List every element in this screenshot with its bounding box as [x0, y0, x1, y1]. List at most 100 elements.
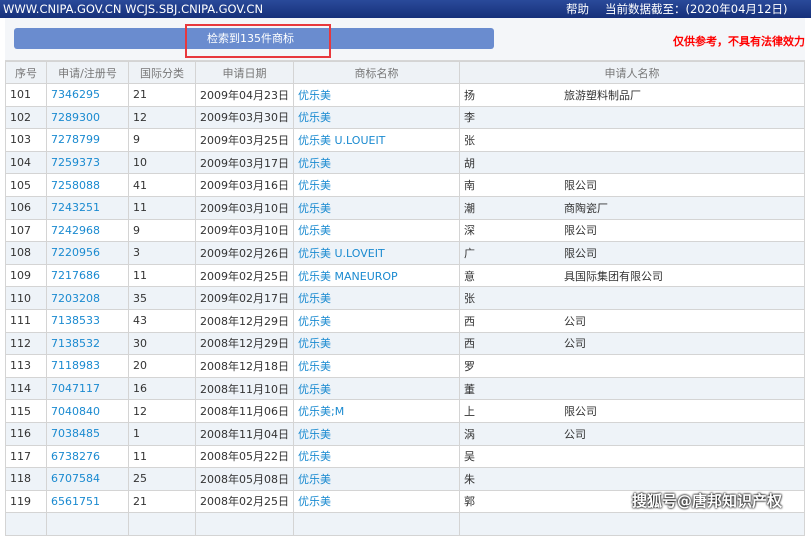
table-cell: 7278799	[46, 128, 129, 152]
trademark-name-link[interactable]: 优乐美 MANEUROP	[298, 270, 398, 283]
table-cell: 优乐美	[293, 489, 460, 514]
trademark-name-link[interactable]: 优乐美	[298, 473, 331, 486]
applicant-prefix: 涡	[464, 427, 475, 441]
reg-number-link[interactable]: 7259373	[51, 156, 100, 169]
table-cell: 2008年12月18日	[195, 354, 294, 378]
table-row[interactable]: 102 7289300 12 2009年03月30日 优乐美 李	[5, 105, 805, 130]
reg-number-link[interactable]: 7138533	[51, 314, 100, 327]
table-cell: 优乐美	[293, 331, 460, 356]
trademark-name-link[interactable]: 优乐美	[298, 202, 331, 215]
table-row[interactable]: 104 7259373 10 2009年03月17日 优乐美 胡	[5, 150, 805, 175]
table-cell: 115	[5, 399, 47, 423]
applicant-suffix: 限公司	[564, 246, 597, 260]
reg-number-link[interactable]: 7203208	[51, 292, 100, 305]
reg-number-link[interactable]: 7038485	[51, 427, 100, 440]
trademark-name-link[interactable]: 优乐美	[298, 179, 331, 192]
table-cell: 103	[5, 128, 47, 152]
application-date: 2008年12月29日	[200, 314, 289, 328]
reg-number-link[interactable]: 6738276	[51, 450, 100, 463]
applicant-suffix: 公司	[564, 427, 586, 441]
reg-number-link[interactable]: 7242968	[51, 224, 100, 237]
data-date: 当前数据截至：(2020年04月12日)	[605, 2, 788, 16]
reg-number-link[interactable]: 7118983	[51, 359, 100, 372]
table-row[interactable]: 109 7217686 11 2009年02月25日 优乐美 MANEUROP 意 具国际集…	[5, 263, 805, 288]
reg-number-link[interactable]: 6561751	[51, 495, 100, 508]
disclaimer: 仅供参考，不具有法律效力	[673, 35, 805, 48]
table-row[interactable]: 101 7346295 21 2009年04月23日 优乐美 扬 旅游塑料制品厂	[5, 83, 805, 107]
trademark-name-link[interactable]: 优乐美	[298, 495, 331, 508]
table-row[interactable]: 108 7220956 3 2009年02月26日 优乐美 U.LOVEIT 广 限公司	[5, 241, 805, 265]
table-row[interactable]: 116 7038485 1 2008年11月04日 优乐美 涡 公司	[5, 421, 805, 446]
table-cell: 108	[5, 241, 47, 265]
table-row[interactable]: 106 7243251 11 2009年03月10日 优乐美 潮 商陶瓷厂	[5, 195, 805, 220]
trademark-name-link[interactable]: 优乐美	[298, 450, 331, 463]
reg-number-link[interactable]: 7289300	[51, 111, 100, 124]
trademark-name-link[interactable]: 优乐美	[298, 111, 331, 124]
trademark-name-link[interactable]: 优乐美	[298, 360, 331, 373]
trademark-name-link[interactable]: 优乐美	[298, 383, 331, 396]
trademark-name-link[interactable]: 优乐美	[298, 224, 331, 237]
table-row[interactable]: 110 7203208 35 2009年02月17日 优乐美 张	[5, 286, 805, 310]
reg-number-link[interactable]: 7047117	[51, 382, 100, 395]
table-cell: 107	[5, 218, 47, 243]
reg-number-link[interactable]: 7346295	[51, 88, 100, 101]
trademark-name-link[interactable]: 优乐美	[298, 337, 331, 350]
table-cell	[293, 512, 460, 536]
reg-number-link[interactable]: 7220956	[51, 246, 100, 259]
reg-number-link[interactable]: 7243251	[51, 201, 100, 214]
reg-number-link[interactable]: 7040840	[51, 405, 100, 418]
table-row[interactable]: 107 7242968 9 2009年03月10日 优乐美 深 限公司	[5, 218, 805, 243]
applicant-prefix: 深	[464, 224, 475, 238]
table-cell: 117	[5, 444, 47, 469]
trademark-name-link[interactable]: 优乐美 U.LOVEIT	[298, 247, 385, 260]
application-date: 2008年12月29日	[200, 337, 289, 351]
table-cell: 12	[128, 399, 196, 423]
table-cell: 7243251	[46, 195, 129, 220]
table-cell: 41	[128, 173, 196, 197]
table-cell: 广 限公司	[459, 241, 805, 265]
trademark-name-link[interactable]: 优乐美;M	[298, 405, 344, 418]
table-cell	[46, 512, 129, 536]
table-row[interactable]: 113 7118983 20 2008年12月18日 优乐美 罗	[5, 354, 805, 378]
reg-number-link[interactable]: 7278799	[51, 133, 100, 146]
reg-number-link[interactable]: 7258088	[51, 179, 100, 192]
table-row[interactable]: 117 6738276 11 2008年05月22日 优乐美 吴	[5, 444, 805, 469]
application-date: 2009年02月25日	[200, 269, 289, 283]
table-cell: 优乐美	[293, 421, 460, 446]
table-cell: 2008年11月06日	[195, 399, 294, 423]
table-cell: 2009年02月26日	[195, 241, 294, 265]
table-row[interactable]: 112 7138532 30 2008年12月29日 优乐美 西 公司	[5, 331, 805, 356]
table-row[interactable]: 111 7138533 43 2008年12月29日 优乐美 西 公司	[5, 308, 805, 333]
table-cell: 110	[5, 286, 47, 310]
table-cell: 3	[128, 241, 196, 265]
row-index: 117	[10, 449, 31, 463]
table-cell: 101	[5, 83, 47, 107]
trademark-name-link[interactable]: 优乐美	[298, 157, 331, 170]
trademark-name-link[interactable]: 优乐美	[298, 89, 331, 102]
class-number: 11	[133, 449, 147, 463]
table-cell: 6707584	[46, 467, 129, 491]
table-row[interactable]: 103 7278799 9 2009年03月25日 优乐美 U.LOUEIT 张	[5, 128, 805, 152]
table-cell: 优乐美	[293, 286, 460, 310]
application-date: 2008年05月08日	[200, 472, 289, 486]
reg-number-link[interactable]: 6707584	[51, 472, 100, 485]
table-row[interactable]: 114 7047117 16 2008年11月10日 优乐美 董	[5, 376, 805, 401]
table-row[interactable]: 118 6707584 25 2008年05月08日 优乐美 朱	[5, 467, 805, 491]
table-cell: 118	[5, 467, 47, 491]
application-date: 2009年03月30日	[200, 111, 289, 125]
help-link[interactable]: 帮助	[566, 0, 589, 18]
table-cell: 21	[128, 83, 196, 107]
trademark-name-link[interactable]: 优乐美	[298, 315, 331, 328]
table-row[interactable]: 105 7258088 41 2009年03月16日 优乐美 南 限公司	[5, 173, 805, 197]
reg-number-link[interactable]: 7138532	[51, 337, 100, 350]
trademark-name-link[interactable]: 优乐美 U.LOUEIT	[298, 134, 385, 147]
table-cell: 112	[5, 331, 47, 356]
table-row[interactable]	[5, 512, 805, 536]
table-row[interactable]: 115 7040840 12 2008年11月06日 优乐美;M 上 限公司	[5, 399, 805, 423]
application-date: 2009年02月26日	[200, 246, 289, 260]
row-index: 103	[10, 133, 31, 147]
trademark-name-link[interactable]: 优乐美	[298, 428, 331, 441]
class-number: 41	[133, 178, 147, 192]
reg-number-link[interactable]: 7217686	[51, 269, 100, 282]
trademark-name-link[interactable]: 优乐美	[298, 292, 331, 305]
